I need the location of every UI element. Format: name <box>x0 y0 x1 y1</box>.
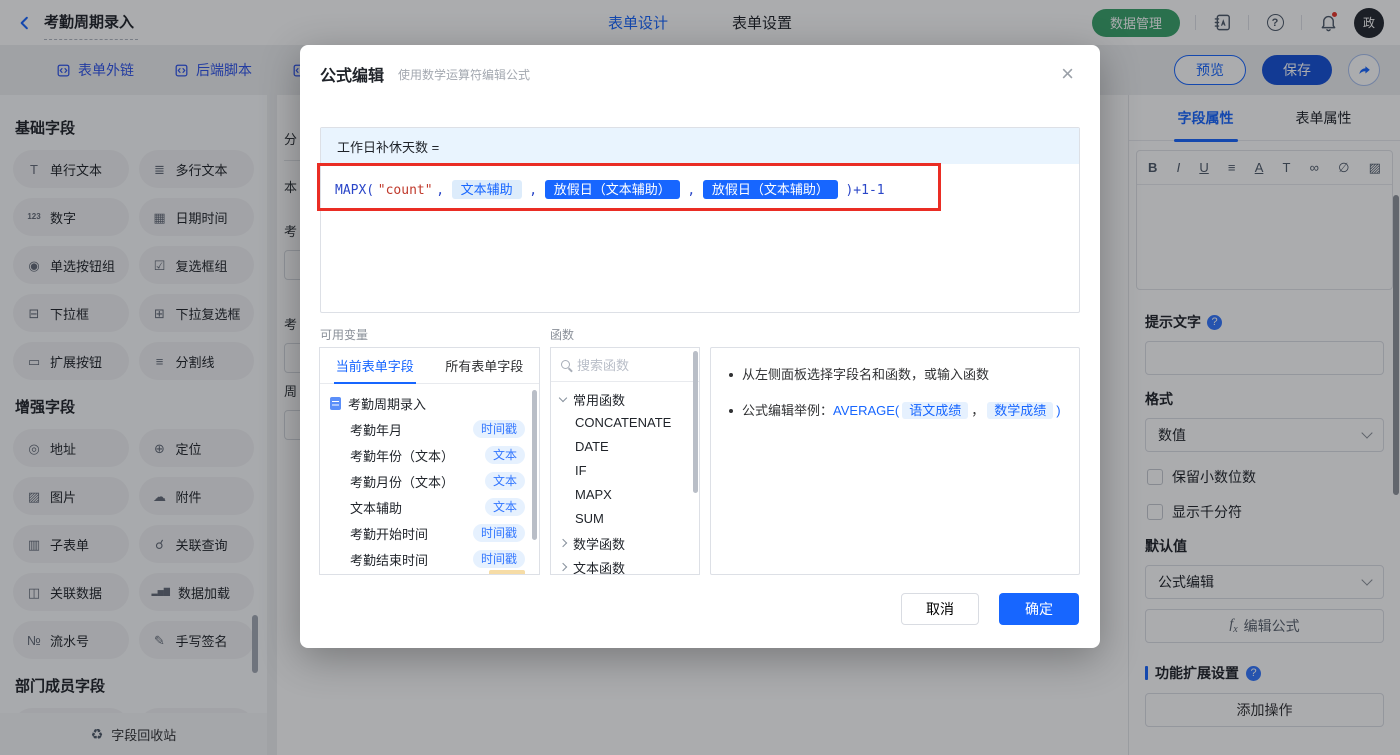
function-item[interactable]: MAPX <box>551 483 699 507</box>
function-item[interactable]: SUM <box>551 507 699 531</box>
example-field-chip: 语文成绩 <box>902 402 969 419</box>
variable-field-name: 考勤月份（文本） <box>350 474 455 490</box>
formula-editor-modal: 公式编辑 使用数学运算符编辑公式 × 工作日补休天数 = MAPX( "coun… <box>300 45 1100 648</box>
variables-panel: 当前表单字段 所有表单字段 考勤周期录入 考勤年月 时间戳 考勤年份（文本） 文… <box>319 347 540 575</box>
confirm-button[interactable]: 确定 <box>999 593 1079 625</box>
caret-right-icon <box>558 538 568 548</box>
bullet-icon <box>729 409 733 413</box>
variable-field-name: 文本辅助 <box>350 500 403 516</box>
clipped-badge <box>489 570 525 574</box>
variables-scrollbar[interactable] <box>532 390 537 540</box>
caret-down-icon <box>558 393 568 402</box>
field-type-badge: 文本 <box>484 472 525 490</box>
formula-help-panel: 从左侧面板选择字段名和函数，或输入函数 公式编辑举例：AVERAGE(语文成绩，… <box>710 347 1080 575</box>
function-item[interactable]: IF <box>551 459 699 483</box>
formula-token[interactable]: 文本辅助 <box>451 180 522 199</box>
formula-token[interactable]: 放假日（文本辅助） <box>544 180 680 199</box>
formula-token[interactable]: 放假日（文本辅助） <box>702 180 838 199</box>
variable-field-row[interactable]: 考勤年月 时间戳 <box>320 416 539 442</box>
example-field-chip: 数学成绩 <box>987 402 1054 419</box>
help-line-1: 从左侧面板选择字段名和函数，或输入函数 <box>729 364 1061 386</box>
search-placeholder: 搜索函数 <box>577 358 630 373</box>
close-icon[interactable]: × <box>1061 63 1080 85</box>
field-type-badge: 文本 <box>484 446 525 464</box>
form-root-node[interactable]: 考勤周期录入 <box>320 390 539 416</box>
formula-input-area[interactable]: MAPX( "count" , 文本辅助 , 放假日（文本辅助） , 放假日（文… <box>321 164 1079 217</box>
field-type-badge: 时间戳 <box>472 524 525 542</box>
variable-field-row[interactable]: 考勤结束时间 时间戳 <box>320 546 539 572</box>
functions-scrollbar[interactable] <box>693 351 698 493</box>
variable-field-name: 考勤年份（文本） <box>350 448 455 464</box>
example-function: AVERAGE( <box>833 403 900 418</box>
modal-subtitle: 使用数学运算符编辑公式 <box>398 67 531 82</box>
function-group-header[interactable]: 常用函数 <box>551 387 699 411</box>
modal-footer: 取消 确定 <box>901 593 1079 625</box>
function-tree: 常用函数 CONCATENATE DATE IF MAPX SUM 数学函数 文… <box>551 382 699 574</box>
variables-list: 考勤周期录入 考勤年月 时间戳 考勤年份（文本） 文本 考勤月份（文本） 文本 … <box>320 384 539 572</box>
variable-field-name: 考勤年月 <box>350 422 403 438</box>
function-group: 数学函数 <box>551 531 699 555</box>
field-type-badge: 文本 <box>484 498 525 516</box>
function-group-header[interactable]: 文本函数 <box>551 555 699 574</box>
function-search-input[interactable]: 搜索函数 <box>551 348 699 382</box>
functions-panel: 搜索函数 常用函数 CONCATENATE DATE IF MAPX SUM 数… <box>550 347 700 575</box>
bullet-icon <box>729 373 733 377</box>
formula-token[interactable]: , <box>436 183 444 198</box>
variables-tab[interactable]: 当前表单字段 <box>320 348 430 384</box>
variable-field-row[interactable]: 考勤开始时间 时间戳 <box>320 520 539 546</box>
function-group-header[interactable]: 数学函数 <box>551 531 699 555</box>
functions-label: 函数 <box>550 328 575 342</box>
modal-title: 公式编辑 <box>320 68 385 85</box>
field-type-badge: 时间戳 <box>472 550 525 568</box>
modal-header: 公式编辑 使用数学运算符编辑公式 × <box>300 45 1100 103</box>
field-type-badge: 时间戳 <box>472 420 525 438</box>
formula-token[interactable]: )+1-1 <box>845 183 884 198</box>
variable-field-row[interactable]: 考勤月份（文本） 文本 <box>320 468 539 494</box>
variable-field-row[interactable]: 考勤年份（文本） 文本 <box>320 442 539 468</box>
help-line-2: 公式编辑举例：AVERAGE(语文成绩，数学成绩) <box>729 400 1061 422</box>
variable-field-row[interactable]: 文本辅助 文本 <box>320 494 539 520</box>
formula-editor-box: 工作日补休天数 = MAPX( "count" , 文本辅助 , 放假日（文本辅… <box>320 127 1080 313</box>
formula-token[interactable]: , <box>529 183 537 198</box>
formula-token[interactable]: MAPX( <box>335 183 374 198</box>
form-doc-icon <box>330 396 341 410</box>
variables-tabs: 当前表单字段 所有表单字段 <box>320 348 539 384</box>
formula-token[interactable]: , <box>687 183 695 198</box>
search-icon <box>561 360 570 369</box>
cancel-button[interactable]: 取消 <box>901 593 979 625</box>
function-group: 常用函数 CONCATENATE DATE IF MAPX SUM <box>551 387 699 531</box>
function-item[interactable]: CONCATENATE <box>551 411 699 435</box>
variable-field-name: 考勤结束时间 <box>350 552 429 568</box>
function-group: 文本函数 <box>551 555 699 574</box>
formula-token[interactable]: "count" <box>378 183 433 198</box>
function-item[interactable]: DATE <box>551 435 699 459</box>
app-root: 考勤周期录入 表单设计 表单设置 数据管理 ? 政 表单外链 后端脚本 预览 保… <box>0 0 1400 755</box>
variables-label: 可用变量 <box>320 328 369 342</box>
caret-right-icon <box>558 562 568 572</box>
variables-tab[interactable]: 所有表单字段 <box>430 348 540 383</box>
formula-target: 工作日补休天数 = <box>321 128 1079 164</box>
variable-field-name: 考勤开始时间 <box>350 526 429 542</box>
